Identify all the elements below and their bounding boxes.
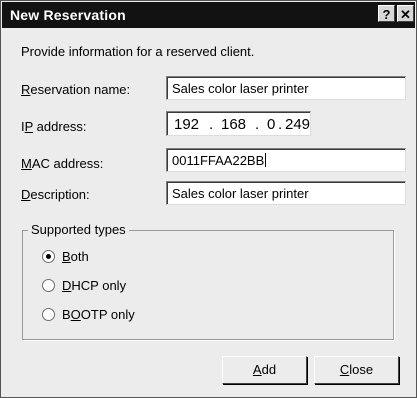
reservation-name-input[interactable]: Sales color laser printer (166, 76, 406, 100)
mac-address-input[interactable]: 0011FFAA22BB (166, 148, 406, 172)
close-window-button[interactable]: ✕ (397, 5, 414, 22)
ip-octet-3[interactable]: 0 (267, 116, 275, 133)
supported-types-label: Supported types (28, 222, 129, 237)
ip-dot: . (209, 116, 214, 133)
ip-octet-2[interactable]: 168 (221, 116, 246, 133)
radio-dhcp-only-label[interactable]: DHCP only (62, 278, 126, 293)
mac-address-label: MAC address: (21, 156, 104, 171)
radio-both-label[interactable]: Both (62, 249, 89, 264)
description-label: Description: (21, 187, 90, 202)
intro-text: Provide information for a reserved clien… (21, 44, 255, 59)
ip-address-input[interactable]: 192 . 168 . 0 . 249 (166, 111, 311, 136)
radio-selected-dot (46, 254, 51, 259)
radio-bootp-only[interactable] (42, 308, 55, 321)
ip-octet-4[interactable]: 249 (285, 116, 310, 133)
close-button[interactable]: Close (314, 356, 399, 384)
ip-dot: . (278, 116, 283, 133)
window-title: New Reservation (10, 7, 126, 23)
title-bar: New Reservation ? ✕ (2, 2, 415, 28)
new-reservation-dialog: New Reservation ? ✕ Provide information … (0, 0, 417, 398)
help-button[interactable]: ? (378, 5, 395, 22)
mac-address-value: 0011FFAA22BB (172, 153, 265, 168)
add-button[interactable]: Add (222, 356, 307, 384)
description-input[interactable]: Sales color laser printer (166, 181, 406, 205)
radio-both[interactable] (42, 250, 55, 263)
ip-octet-1[interactable]: 192 (174, 116, 199, 133)
radio-bootp-only-label[interactable]: BOOTP only (62, 307, 135, 322)
reservation-name-label: Reservation name: (21, 82, 131, 97)
ip-address-label: IP address: (21, 119, 87, 134)
radio-dhcp-only[interactable] (42, 279, 55, 292)
text-caret (265, 153, 267, 167)
ip-dot: . (255, 116, 260, 133)
